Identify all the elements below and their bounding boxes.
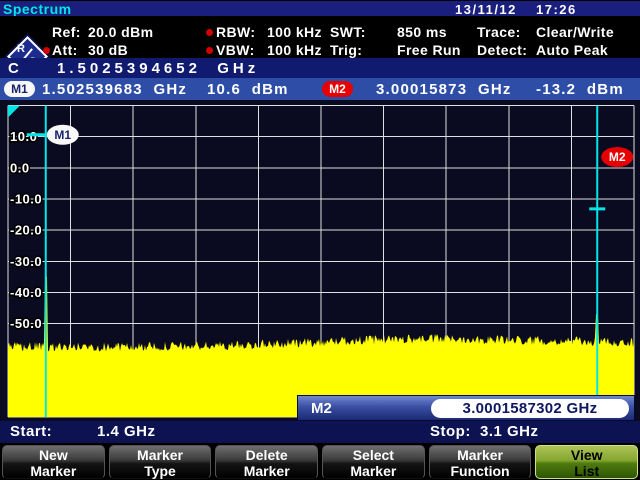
marker2-level: -13.2 dBm (536, 81, 624, 98)
rs-logo-letter-r: R (17, 43, 25, 55)
att-value: 30 dB (88, 42, 128, 58)
stop-value: 3.1 GHz (480, 423, 539, 440)
mode-title: Spectrum (3, 1, 72, 17)
softkey-select-marker[interactable]: SelectMarker (322, 445, 425, 479)
detect-label: Detect: (477, 42, 527, 58)
y-axis-tick-label: 10.0 (10, 129, 37, 144)
marker-entry-box[interactable]: M2 3.0001587302 GHz (297, 395, 635, 421)
softkey-delete-marker[interactable]: DeleteMarker (215, 445, 318, 479)
vbw-label: VBW: (216, 42, 255, 58)
entry-value-field[interactable]: 3.0001587302 GHz (431, 399, 629, 418)
marker-readout-row: M1 1.502539683 GHz 10.6 dBm M2 3.0001587… (0, 78, 640, 100)
vbw-value: 100 kHz (267, 42, 322, 58)
rbw-value: 100 kHz (267, 24, 322, 40)
marker1-level: 10.6 dBm (207, 81, 289, 98)
att-manual-dot-icon (43, 47, 50, 54)
detect-value: Auto Peak (536, 42, 608, 58)
rbw-label: RBW: (216, 24, 255, 40)
softkey-new-marker[interactable]: NewMarker (2, 445, 105, 479)
frequency-range-bar: Start: 1.4 GHz Stop: 3.1 GHz (0, 421, 640, 443)
date-label: 13/11/12 (455, 2, 517, 17)
center-frequency-value: 1.5025394652 GHz (57, 60, 259, 77)
att-label: Att: (52, 42, 78, 58)
softkey-bar: NewMarker MarkerType DeleteMarker Select… (0, 443, 640, 480)
spectrum-plot-area: 10.0 0.0 -10.0 -20.0 -30.0 -40.0 -50.0 M1 M2 (0, 100, 640, 421)
y-axis-tick-label: -10.0 (10, 191, 42, 206)
settings-header: R S Ref: 20.0 dBm Att: 30 dB RBW: 100 kH… (0, 16, 640, 58)
marker1-frequency: 1.502539683 GHz (42, 81, 187, 98)
start-value: 1.4 GHz (97, 423, 156, 440)
softkey-view-list[interactable]: ViewList (535, 445, 638, 479)
marker2-badge: M2 (322, 81, 353, 97)
center-frequency-row: C 1.5025394652 GHz (0, 58, 640, 78)
entry-box-label: M2 (311, 400, 332, 417)
trig-value: Free Run (397, 42, 461, 58)
marker-flag-label-m1: M1 (54, 128, 71, 142)
stop-label: Stop: (430, 423, 471, 440)
time-label: 17:26 (536, 2, 577, 17)
spectrum-analyzer-screen: Spectrum 13/11/12 17:26 R S Ref: 20.0 dB… (0, 0, 640, 480)
softkey-marker-function[interactable]: MarkerFunction (429, 445, 532, 479)
center-frequency-label: C (8, 60, 19, 77)
y-axis-tick-label: -50.0 (10, 316, 42, 331)
title-bar: Spectrum 13/11/12 17:26 (0, 0, 640, 16)
y-axis-tick-label: -20.0 (10, 223, 42, 238)
vbw-manual-dot-icon (206, 47, 213, 54)
marker1-badge: M1 (4, 81, 35, 97)
trace-label: Trace: (477, 24, 521, 40)
swt-label: SWT: (330, 24, 366, 40)
ref-label: Ref: (52, 24, 81, 40)
start-label: Start: (10, 423, 52, 440)
trig-label: Trig: (330, 42, 362, 58)
y-axis-tick-label: -30.0 (10, 254, 42, 269)
trace1-corner-indicator-icon (8, 106, 20, 118)
ref-value: 20.0 dBm (88, 24, 153, 40)
swt-value: 850 ms (397, 24, 447, 40)
marker-flag-label-m2: M2 (609, 150, 626, 164)
spectrum-plot-svg: 10.0 0.0 -10.0 -20.0 -30.0 -40.0 -50.0 M1 M2 (0, 100, 640, 421)
trace-value: Clear/Write (536, 24, 614, 40)
y-axis-tick-label: 0.0 (10, 160, 30, 175)
softkey-marker-type[interactable]: MarkerType (109, 445, 212, 479)
y-axis-tick-label: -40.0 (10, 285, 42, 300)
rbw-manual-dot-icon (206, 29, 213, 36)
marker2-frequency: 3.00015873 GHz (376, 81, 512, 98)
